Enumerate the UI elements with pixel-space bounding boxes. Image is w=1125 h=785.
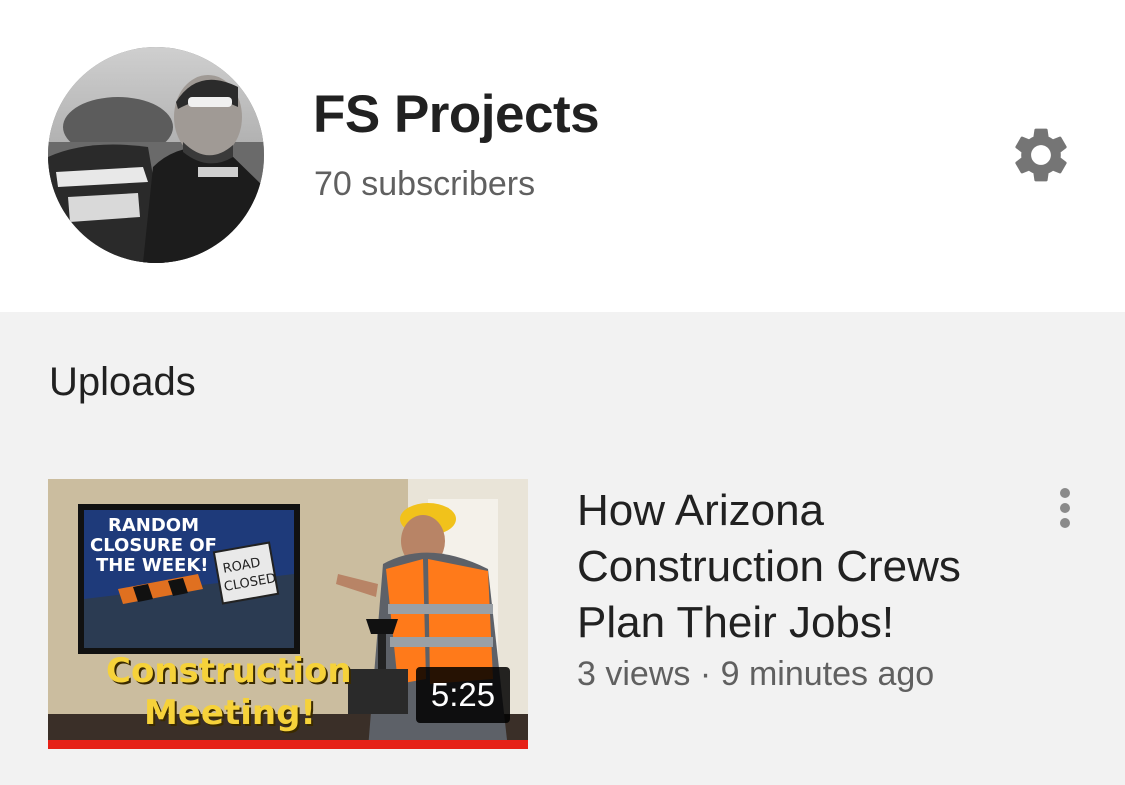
tv-text-line3: THE WEEK! xyxy=(96,555,209,576)
more-dot xyxy=(1060,488,1070,498)
channel-avatar[interactable] xyxy=(48,47,264,263)
gear-icon[interactable] xyxy=(1008,122,1074,188)
subscriber-count: 70 subscribers xyxy=(314,165,536,203)
thumbnail-caption-line1: Construction xyxy=(106,651,352,691)
more-dot xyxy=(1060,503,1070,513)
channel-name: FS Projects xyxy=(313,85,600,144)
more-dot xyxy=(1060,518,1070,528)
video-duration-badge: 5:25 xyxy=(416,667,510,723)
gear-icon-graphic xyxy=(1015,128,1067,182)
video-title[interactable]: How Arizona Construction Crews Plan Thei… xyxy=(577,483,1017,651)
meta-separator: · xyxy=(699,655,712,693)
video-thumbnail[interactable]: RANDOM CLOSURE OF THE WEEK! ROAD CLOSED … xyxy=(48,479,528,749)
channel-header: FS Projects 70 subscribers xyxy=(0,0,1125,312)
video-metadata: 3 views · 9 minutes ago xyxy=(577,655,934,694)
tv-text-line1: RANDOM xyxy=(108,515,199,536)
thumbnail-caption-line2: Meeting! xyxy=(144,693,316,733)
more-vert-icon[interactable] xyxy=(1048,484,1082,532)
video-age: 9 minutes ago xyxy=(720,655,935,693)
video-views: 3 views xyxy=(577,655,691,693)
uploads-section-title: Uploads xyxy=(49,360,196,404)
watch-progress-bar xyxy=(48,740,528,749)
video-list-item[interactable]: RANDOM CLOSURE OF THE WEEK! ROAD CLOSED … xyxy=(48,479,1088,749)
tv-text-line2: CLOSURE OF xyxy=(90,535,217,556)
avatar-image xyxy=(48,47,264,263)
